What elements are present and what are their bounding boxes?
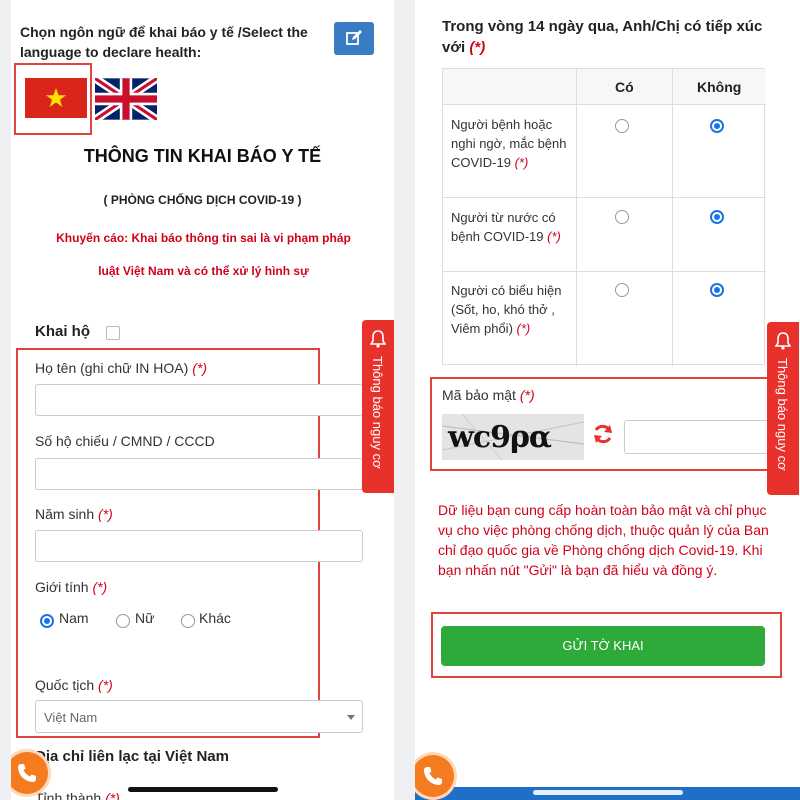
vietnamese-language-option[interactable] [25, 78, 87, 118]
gender-option-female: Nữ [135, 610, 155, 626]
table-row: Người có biểu hiện (Sốt, ho, khó thở , V… [443, 272, 766, 366]
column-header-yes: Có [615, 79, 634, 95]
exposure-question-text: Trong vòng 14 ngày qua, Anh/Chị có tiếp … [442, 18, 763, 56]
birth-year-label: Năm sinh (*) [35, 506, 113, 522]
risk-alert-tab[interactable]: Thông báo nguy cơ [767, 322, 799, 495]
gender-radio-male[interactable] [40, 614, 54, 628]
required-mark: (*) [547, 229, 561, 244]
gender-radio-female[interactable] [116, 614, 130, 628]
home-indicator [128, 787, 278, 792]
phone-icon [424, 767, 442, 785]
on-behalf-checkbox[interactable] [106, 326, 120, 340]
full-name-label: Họ tên (ghi chữ IN HOA) (*) [35, 360, 207, 376]
row-question-text: Người bệnh hoặc nghi ngờ, mắc bệnh COVID… [451, 117, 567, 170]
legal-warning-line-2: luật Việt Nam và có thể xử lý hình sự [98, 264, 309, 278]
row1-yes-radio[interactable] [615, 119, 629, 133]
submit-declaration-button[interactable]: GỬI TỜ KHAI [441, 626, 765, 666]
edit-button[interactable] [334, 22, 374, 55]
row-question-text: Người có biểu hiện (Sốt, ho, khó thở , V… [451, 283, 562, 336]
required-mark: (*) [514, 155, 529, 170]
captcha-text: wc9ρα [448, 420, 552, 455]
edit-icon [346, 30, 362, 45]
row2-yes-radio[interactable] [615, 210, 629, 224]
uk-flag-icon [92, 74, 160, 124]
row3-yes-radio[interactable] [615, 283, 629, 297]
call-button[interactable] [11, 752, 48, 794]
refresh-icon [594, 424, 612, 444]
risk-alert-tab[interactable]: Thông báo nguy cơ [362, 320, 394, 493]
address-section-title: Địa chỉ liên lạc tại Việt Nam [35, 748, 229, 765]
risk-alert-label: Thông báo nguy cơ [370, 356, 385, 469]
birth-year-input[interactable] [35, 530, 363, 562]
captcha-refresh-button[interactable] [592, 423, 614, 450]
gender-option-other: Khác [199, 610, 231, 626]
required-mark: (*) [98, 677, 113, 693]
birth-year-label-text: Năm sinh [35, 506, 95, 522]
language-prompt: Chọn ngôn ngữ để khai báo y tế /Select t… [20, 24, 308, 60]
gender-label-text: Giới tính [35, 579, 89, 595]
privacy-notice: Dữ liệu bạn cung cấp hoàn toàn bảo mật v… [438, 502, 769, 578]
captcha-label: Mã bảo mật (*) [442, 387, 535, 403]
home-indicator [533, 790, 683, 795]
required-mark: (*) [516, 321, 531, 336]
required-mark: (*) [192, 360, 207, 376]
row1-no-radio[interactable] [710, 119, 724, 133]
required-mark: (*) [519, 387, 535, 403]
table-row: Người bệnh hoặc nghi ngờ, mắc bệnh COVID… [443, 105, 766, 197]
captcha-label-text: Mã bảo mật [442, 387, 516, 403]
exposure-question: Trong vòng 14 ngày qua, Anh/Chị có tiếp … [442, 16, 777, 58]
submit-label: GỬI TỜ KHAI [562, 638, 644, 653]
full-name-label-text: Họ tên (ghi chữ IN HOA) [35, 360, 189, 376]
row-question: Người có biểu hiện (Sốt, ho, khó thở , V… [451, 281, 571, 338]
required-mark: (*) [92, 579, 108, 595]
page-title: THÔNG TIN KHAI BÁO Y TẾ [83, 146, 322, 166]
nationality-label-text: Quốc tịch [35, 677, 95, 693]
english-language-option[interactable] [92, 74, 160, 124]
column-header-no: Không [697, 79, 742, 95]
phone-icon [18, 764, 36, 782]
captcha-image: wc9ρα [442, 414, 584, 460]
id-number-input[interactable] [35, 458, 363, 490]
row-question-text: Người từ nước có bệnh COVID-19 [451, 210, 556, 244]
row-question: Người bệnh hoặc nghi ngờ, mắc bệnh COVID… [451, 115, 571, 172]
nationality-select[interactable]: Việt Nam [35, 700, 363, 733]
page-subtitle: ( PHÒNG CHỐNG DỊCH COVID-19 ) [103, 193, 302, 207]
required-mark: (*) [105, 790, 120, 800]
gender-radio-other[interactable] [181, 614, 195, 628]
province-label: Tỉnh thành (*) [35, 790, 120, 800]
exposure-table: Có Không Người bệnh hoặc nghi ngờ, mắc b… [442, 68, 766, 366]
legal-warning-line-1: Khuyến cáo: Khai báo thông tin sai là vi… [56, 231, 351, 245]
nationality-selected-value: Việt Nam [44, 710, 98, 725]
caret-down-icon [347, 715, 355, 720]
id-number-label: Số hộ chiếu / CMND / CCCD [35, 433, 215, 449]
row2-no-radio[interactable] [710, 210, 724, 224]
gender-label: Giới tính (*) [35, 579, 107, 595]
row-question: Người từ nước có bệnh COVID-19 (*) [451, 208, 571, 246]
full-name-input[interactable] [35, 384, 363, 416]
gender-option-male: Nam [59, 610, 89, 626]
legal-warning: Khuyến cáo: Khai báo thông tin sai là vi… [31, 222, 376, 288]
bell-icon [775, 332, 791, 350]
bell-icon [370, 330, 386, 348]
risk-alert-label: Thông báo nguy cơ [775, 358, 790, 471]
on-behalf-label: Khai hộ [35, 323, 90, 340]
nationality-label: Quốc tịch (*) [35, 677, 113, 693]
table-row: Người từ nước có bệnh COVID-19 (*) [443, 198, 766, 271]
required-mark: (*) [98, 506, 113, 522]
required-mark: (*) [469, 39, 486, 56]
bottom-bar [415, 787, 800, 800]
vietnam-flag-icon [46, 88, 66, 107]
province-label-text: Tỉnh thành [35, 790, 102, 800]
row3-no-radio[interactable] [710, 283, 724, 297]
right-screen: Trong vòng 14 ngày qua, Anh/Chị có tiếp … [415, 0, 800, 800]
left-screen: Chọn ngôn ngữ để khai báo y tế /Select t… [11, 0, 394, 800]
